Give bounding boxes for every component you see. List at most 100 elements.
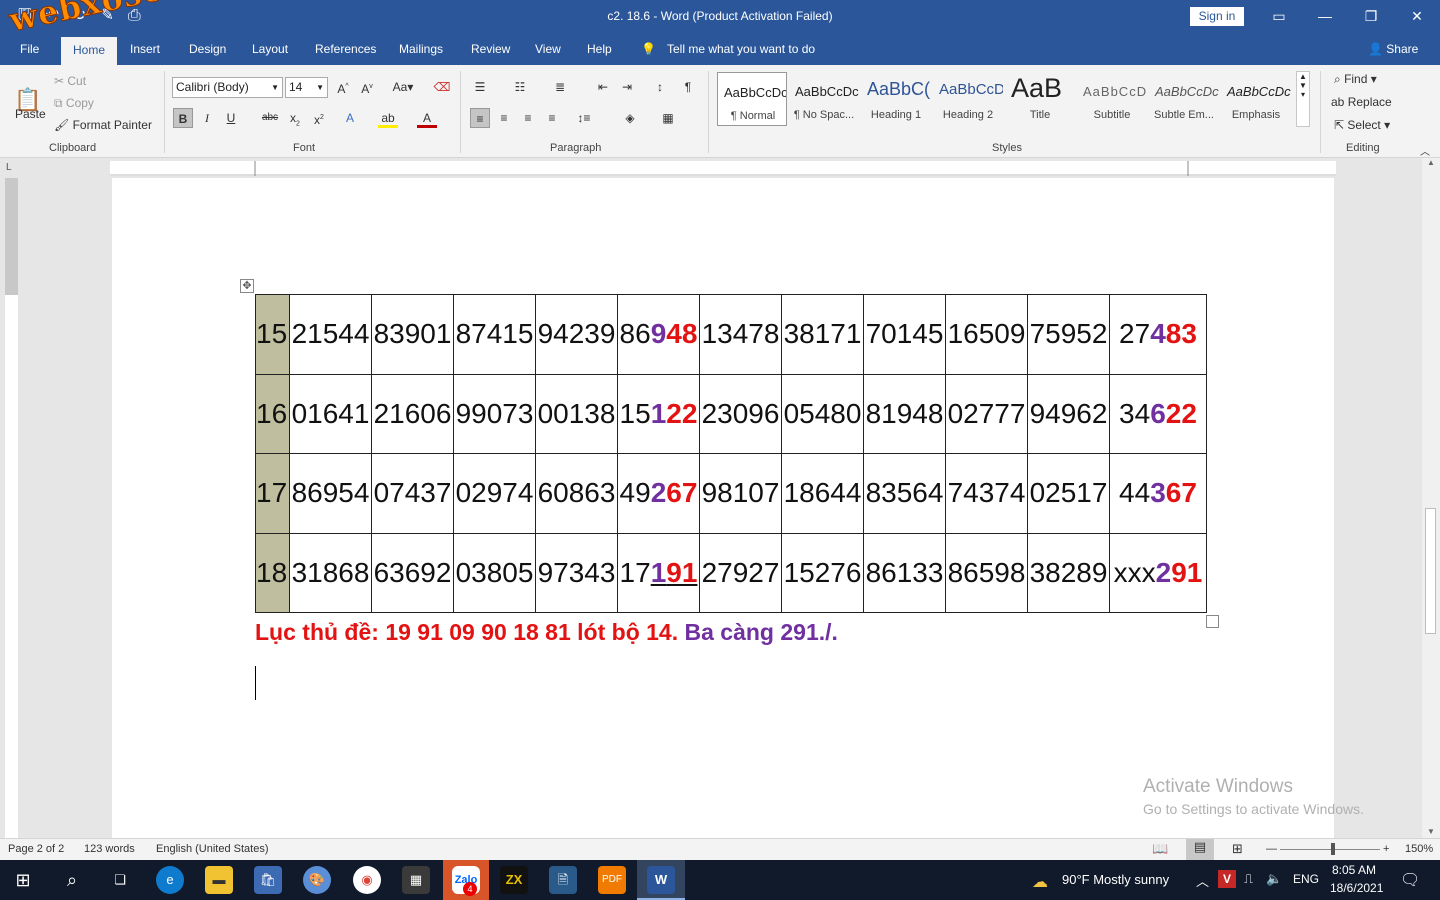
justify-icon[interactable]: ≡ [542, 108, 562, 128]
calculator-icon[interactable]: ▦ [402, 866, 430, 894]
pilcrow-icon[interactable]: ¶ [678, 77, 698, 97]
share-button[interactable]: 👤 Share [1368, 42, 1418, 56]
strikethrough-button[interactable]: abc [260, 108, 280, 128]
superscript-button[interactable]: x2 [309, 108, 329, 128]
last-cell[interactable]: 44367 [1109, 453, 1207, 534]
zoom-level[interactable]: 150% [1405, 843, 1433, 855]
bold-button[interactable]: B [173, 108, 193, 128]
style-emphasis[interactable]: AaBbCcDc Emphasis [1221, 72, 1291, 126]
numbering-icon[interactable]: ☷ [510, 77, 530, 97]
style-title[interactable]: AaB Title [1005, 72, 1075, 126]
windows-start-icon[interactable]: ⊞ [9, 866, 37, 894]
number-cell[interactable]: 13478 [699, 294, 782, 375]
number-cell[interactable]: 86598 [945, 532, 1028, 613]
close-button[interactable]: ✕ [1394, 0, 1440, 33]
tab-file[interactable]: File [20, 42, 39, 56]
tab-home[interactable]: Home [61, 37, 118, 65]
number-cell[interactable]: 03805 [453, 532, 536, 613]
change-case-icon[interactable]: Aa▾ [388, 77, 418, 97]
input-language[interactable]: ENG [1293, 872, 1319, 886]
chrome-icon[interactable]: ◉ [353, 866, 381, 894]
number-cell[interactable]: 99073 [453, 373, 536, 454]
edge-icon[interactable]: e [156, 866, 184, 894]
number-cell[interactable]: 15276 [781, 532, 864, 613]
style-no-spacing[interactable]: AaBbCcDc ¶ No Spac... [789, 72, 859, 126]
number-cell[interactable]: 00138 [535, 373, 618, 454]
table-resize-handle[interactable] [1206, 615, 1219, 628]
day-cell[interactable]: 17 [255, 453, 290, 534]
number-cell[interactable]: 86133 [863, 532, 946, 613]
style-subtitle[interactable]: AaBbCcD Subtitle [1077, 72, 1147, 126]
number-cell[interactable]: 05480 [781, 373, 864, 454]
number-cell[interactable]: 21606 [371, 373, 454, 454]
ribbon-display-icon[interactable]: ▭ [1256, 0, 1302, 33]
page-count[interactable]: Page 2 of 2 [8, 843, 64, 855]
last-cell[interactable]: 27483 [1109, 294, 1207, 375]
number-cell[interactable]: 02517 [1027, 453, 1110, 534]
number-cell[interactable]: 86954 [289, 453, 372, 534]
number-cell[interactable]: 38171 [781, 294, 864, 375]
number-cell[interactable]: 38289 [1027, 532, 1110, 613]
language-status[interactable]: English (United States) [156, 843, 269, 855]
number-cell[interactable]: 27927 [699, 532, 782, 613]
task-view-icon[interactable]: ❏ [106, 866, 134, 894]
number-cell[interactable]: 83901 [371, 294, 454, 375]
results-table[interactable]: 15 21544 83901 87415 94239 86948 13478 3… [255, 294, 1207, 613]
highlight-icon[interactable]: ab [378, 108, 398, 128]
number-cell[interactable]: 81948 [863, 373, 946, 454]
number-cell[interactable]: 74374 [945, 453, 1028, 534]
style-subtle-emphasis[interactable]: AaBbCcDc Subtle Em... [1149, 72, 1219, 126]
number-cell[interactable]: 18644 [781, 453, 864, 534]
number-cell[interactable]: 70145 [863, 294, 946, 375]
tab-insert[interactable]: Insert [130, 42, 160, 56]
clock-time[interactable]: 8:05 AM [1332, 863, 1376, 877]
replace-button[interactable]: ab Replace [1331, 95, 1392, 109]
find-button[interactable]: ⌕ Find ▾ [1334, 72, 1377, 87]
decrease-indent-icon[interactable]: ⇤ [593, 77, 613, 97]
styles-scroll[interactable]: ▲ ▼ ▾ [1296, 71, 1310, 127]
search-icon[interactable]: ⌕ [58, 866, 86, 894]
subscript-button[interactable]: x2 [285, 108, 305, 128]
highlight-cell[interactable]: 17191 [617, 532, 700, 613]
vertical-ruler[interactable] [5, 178, 18, 838]
shrink-font-icon[interactable]: Av [357, 77, 377, 97]
volume-icon[interactable]: 🔈 [1266, 871, 1282, 887]
number-cell[interactable]: 23096 [699, 373, 782, 454]
last-cell[interactable]: xxx291 [1109, 532, 1207, 613]
cut-button[interactable]: ✂ Cut [54, 74, 86, 88]
grow-font-icon[interactable]: A^ [333, 77, 353, 97]
pdf-app-icon[interactable]: PDF [598, 866, 626, 894]
paint-icon[interactable]: 🎨 [303, 866, 331, 894]
word-taskbar-icon[interactable]: W [637, 860, 685, 900]
file-explorer-icon[interactable]: ▬ [205, 866, 233, 894]
copy-button[interactable]: ⧉ Copy [54, 96, 94, 111]
number-cell[interactable]: 31868 [289, 532, 372, 613]
sign-in-button[interactable]: Sign in [1190, 7, 1244, 26]
network-icon[interactable]: ⎍ [1244, 871, 1253, 887]
read-mode-icon[interactable]: 📖 [1152, 841, 1168, 857]
scroll-thumb[interactable] [1425, 508, 1436, 634]
shading-icon[interactable]: ◈ [620, 108, 640, 128]
document-app-icon[interactable]: 🗎 [549, 866, 577, 894]
align-right-icon[interactable]: ≡ [518, 108, 538, 128]
underline-button[interactable]: U [221, 108, 241, 128]
summary-line[interactable]: Lục thủ đề: 19 91 09 90 18 81 lót bộ 14.… [255, 619, 838, 646]
align-left-icon[interactable]: ≡ [470, 108, 490, 128]
day-cell[interactable]: 18 [255, 532, 290, 613]
number-cell[interactable]: 83564 [863, 453, 946, 534]
font-color-icon[interactable]: A [417, 108, 437, 128]
style-heading-2[interactable]: AaBbCcD Heading 2 [933, 72, 1003, 126]
italic-button[interactable]: I [197, 108, 217, 128]
number-cell[interactable]: 21544 [289, 294, 372, 375]
borders-icon[interactable]: ▦ [658, 108, 678, 128]
number-cell[interactable]: 75952 [1027, 294, 1110, 375]
day-cell[interactable]: 15 [255, 294, 290, 375]
style-normal[interactable]: AaBbCcDc ¶ Normal [717, 72, 787, 126]
tell-me-search[interactable]: Tell me what you want to do [667, 42, 815, 56]
tab-mailings[interactable]: Mailings [399, 42, 443, 56]
number-cell[interactable]: 16509 [945, 294, 1028, 375]
zalo-icon[interactable]: Zalo 4 [443, 860, 489, 900]
print-layout-icon[interactable]: ▤ [1186, 839, 1214, 860]
highlight-cell[interactable]: 86948 [617, 294, 700, 375]
stock-app-icon[interactable]: ZX [500, 866, 528, 894]
